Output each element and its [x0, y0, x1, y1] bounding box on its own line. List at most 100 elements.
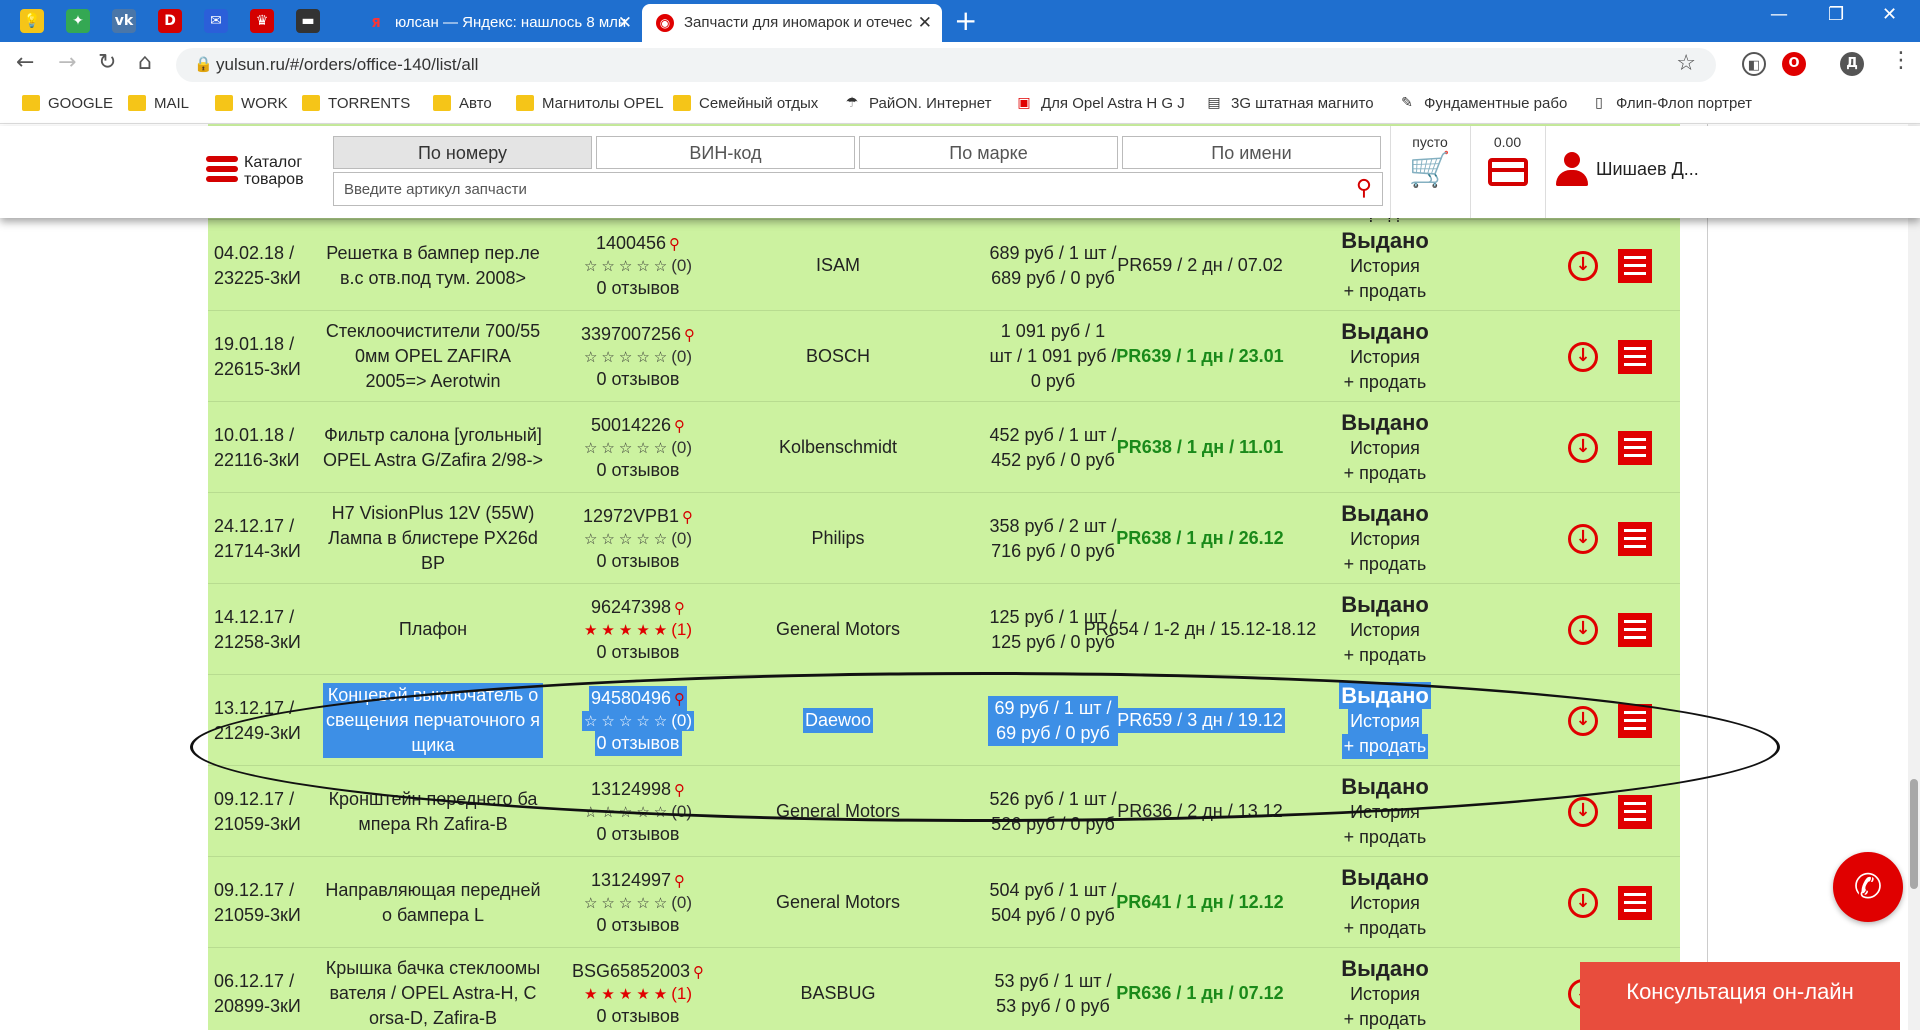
- search-icon[interactable]: ⚲: [674, 417, 685, 435]
- bookmark-item[interactable]: ✎ Фундаментные рабо: [1398, 95, 1567, 112]
- home-icon[interactable]: ⌂: [138, 50, 152, 75]
- rating-stars[interactable]: ☆☆☆☆☆(0): [584, 529, 692, 549]
- close-tab-icon[interactable]: ✕: [918, 4, 932, 42]
- crown-icon[interactable]: ♛: [250, 9, 274, 33]
- profile-avatar[interactable]: Д: [1840, 52, 1864, 76]
- rating-stars[interactable]: ☆☆☆☆☆(0): [584, 256, 692, 276]
- bookmark-item[interactable]: ▤ 3G штатная магнито: [1205, 95, 1373, 112]
- article-number[interactable]: 12972VPB1: [583, 506, 679, 526]
- search-icon[interactable]: ⚲: [674, 872, 685, 890]
- lightbulb-icon[interactable]: 💡: [20, 9, 44, 33]
- search-icon[interactable]: ⚲: [674, 690, 685, 708]
- sell-link[interactable]: + продать: [1344, 825, 1427, 850]
- scrollbar[interactable]: [1908, 124, 1920, 1030]
- d-icon[interactable]: D: [158, 9, 182, 33]
- reviews-link[interactable]: 0 отзывов: [594, 730, 682, 756]
- flag-icon[interactable]: ▬: [296, 9, 320, 33]
- sell-link[interactable]: + продать: [1344, 916, 1427, 941]
- history-link[interactable]: История: [1350, 891, 1420, 916]
- rating-stars[interactable]: ☆☆☆☆☆(0): [581, 710, 695, 731]
- reviews-link[interactable]: 0 отзывов: [597, 822, 680, 847]
- history-link[interactable]: История: [1350, 345, 1420, 370]
- maximize-icon[interactable]: ❐: [1828, 4, 1844, 25]
- bookmark-item[interactable]: ▣ Для Opel Astra H G J: [1015, 95, 1184, 112]
- article-number[interactable]: 96247398: [591, 597, 671, 617]
- history-link[interactable]: История: [1350, 436, 1420, 461]
- pinwheel-icon[interactable]: ✦: [66, 9, 90, 33]
- article-number[interactable]: 50014226: [591, 415, 671, 435]
- search-icon[interactable]: ⚲: [693, 963, 704, 981]
- history-link[interactable]: История: [1348, 709, 1422, 734]
- search-input[interactable]: [344, 178, 1324, 200]
- download-icon[interactable]: ↓: [1568, 706, 1598, 736]
- bookmark-item[interactable]: Авто: [433, 95, 492, 112]
- sell-link[interactable]: + продать: [1344, 552, 1427, 577]
- call-button[interactable]: ✆: [1833, 852, 1903, 922]
- rating-stars[interactable]: ☆☆☆☆☆(0): [584, 802, 692, 822]
- download-icon[interactable]: ↓: [1568, 251, 1598, 281]
- sell-link[interactable]: + продать: [1344, 279, 1427, 304]
- history-link[interactable]: История: [1350, 254, 1420, 279]
- article-number[interactable]: 13124998: [591, 779, 671, 799]
- vk-icon[interactable]: vk: [112, 9, 136, 33]
- download-icon[interactable]: ↓: [1568, 342, 1598, 372]
- catalog-menu-button[interactable]: Каталог товаров: [206, 152, 316, 192]
- history-link[interactable]: История: [1350, 982, 1420, 1007]
- sell-link[interactable]: + продать: [1344, 370, 1427, 395]
- search-icon[interactable]: ⚲: [684, 326, 695, 344]
- opera-icon[interactable]: O: [1782, 52, 1806, 76]
- sell-link[interactable]: + продать: [1344, 1007, 1427, 1030]
- bookmark-item[interactable]: ☂ РайON. Интернет: [843, 95, 992, 112]
- tab-yulsun[interactable]: ◉ Запчасти для иномарок и отечес ✕: [642, 4, 942, 42]
- list-icon[interactable]: [1618, 431, 1652, 465]
- tab-by-name[interactable]: По имени: [1122, 136, 1381, 169]
- bookmark-item[interactable]: GOOGLE: [22, 95, 113, 112]
- close-window-icon[interactable]: ✕: [1882, 4, 1897, 25]
- bookmark-item[interactable]: Семейный отдых: [673, 95, 818, 112]
- consult-online-button[interactable]: Консультация он-лайн: [1580, 962, 1900, 1030]
- balance-button[interactable]: 0.00: [1470, 134, 1545, 210]
- article-number[interactable]: BSG65852003: [572, 961, 690, 981]
- rating-stars[interactable]: ☆☆☆☆☆(0): [584, 893, 692, 913]
- article-number[interactable]: 94580496: [591, 688, 671, 708]
- search-icon[interactable]: ⚲: [674, 599, 685, 617]
- download-icon[interactable]: ↓: [1568, 797, 1598, 827]
- download-icon[interactable]: ↓: [1568, 615, 1598, 645]
- article-number[interactable]: 3397007256: [581, 324, 681, 344]
- reload-icon[interactable]: ↻: [98, 50, 116, 75]
- forward-icon[interactable]: →: [58, 50, 76, 75]
- reviews-link[interactable]: 0 отзывов: [597, 913, 680, 938]
- tab-vin[interactable]: ВИН-код: [596, 136, 855, 169]
- bookmark-item[interactable]: WORK: [215, 95, 288, 112]
- minimize-icon[interactable]: —: [1770, 4, 1788, 25]
- back-icon[interactable]: ←: [16, 50, 34, 75]
- list-icon[interactable]: [1618, 340, 1652, 374]
- reviews-link[interactable]: 0 отзывов: [597, 1004, 680, 1029]
- history-link[interactable]: История: [1350, 800, 1420, 825]
- rating-stars[interactable]: ☆☆☆☆☆(0): [584, 347, 692, 367]
- sell-link[interactable]: + продать: [1344, 461, 1427, 486]
- article-number[interactable]: 1400456: [596, 233, 666, 253]
- list-icon[interactable]: [1618, 249, 1652, 283]
- new-tab-button[interactable]: +: [954, 4, 977, 37]
- bookmark-item[interactable]: TORRENTS: [302, 95, 410, 112]
- close-tab-icon[interactable]: ✕: [618, 4, 632, 42]
- tab-by-brand[interactable]: По марке: [859, 136, 1118, 169]
- sell-link[interactable]: + продать: [1344, 643, 1427, 668]
- download-icon[interactable]: ↓: [1568, 888, 1598, 918]
- reviews-link[interactable]: 0 отзывов: [597, 549, 680, 574]
- list-icon[interactable]: [1618, 522, 1652, 556]
- cart-button[interactable]: пусто 🛒: [1390, 134, 1470, 210]
- rating-stars[interactable]: ☆☆☆☆☆(0): [584, 438, 692, 458]
- url-field[interactable]: 🔒 yulsun.ru/#/orders/office-140/list/all…: [176, 48, 1716, 82]
- list-icon[interactable]: [1618, 704, 1652, 738]
- bookmark-item[interactable]: Магнитолы OPEL: [516, 95, 664, 112]
- bookmark-item[interactable]: MAIL: [128, 95, 189, 112]
- search-icon[interactable]: ⚲: [1356, 176, 1372, 201]
- menu-icon[interactable]: ⋮: [1890, 48, 1912, 73]
- history-link[interactable]: История: [1350, 527, 1420, 552]
- bookmark-item[interactable]: ▯ Флип-Флоп портрет: [1590, 95, 1752, 112]
- search-icon[interactable]: ⚲: [682, 508, 693, 526]
- article-number[interactable]: 13124997: [591, 870, 671, 890]
- extension-icon[interactable]: ◧: [1742, 52, 1766, 76]
